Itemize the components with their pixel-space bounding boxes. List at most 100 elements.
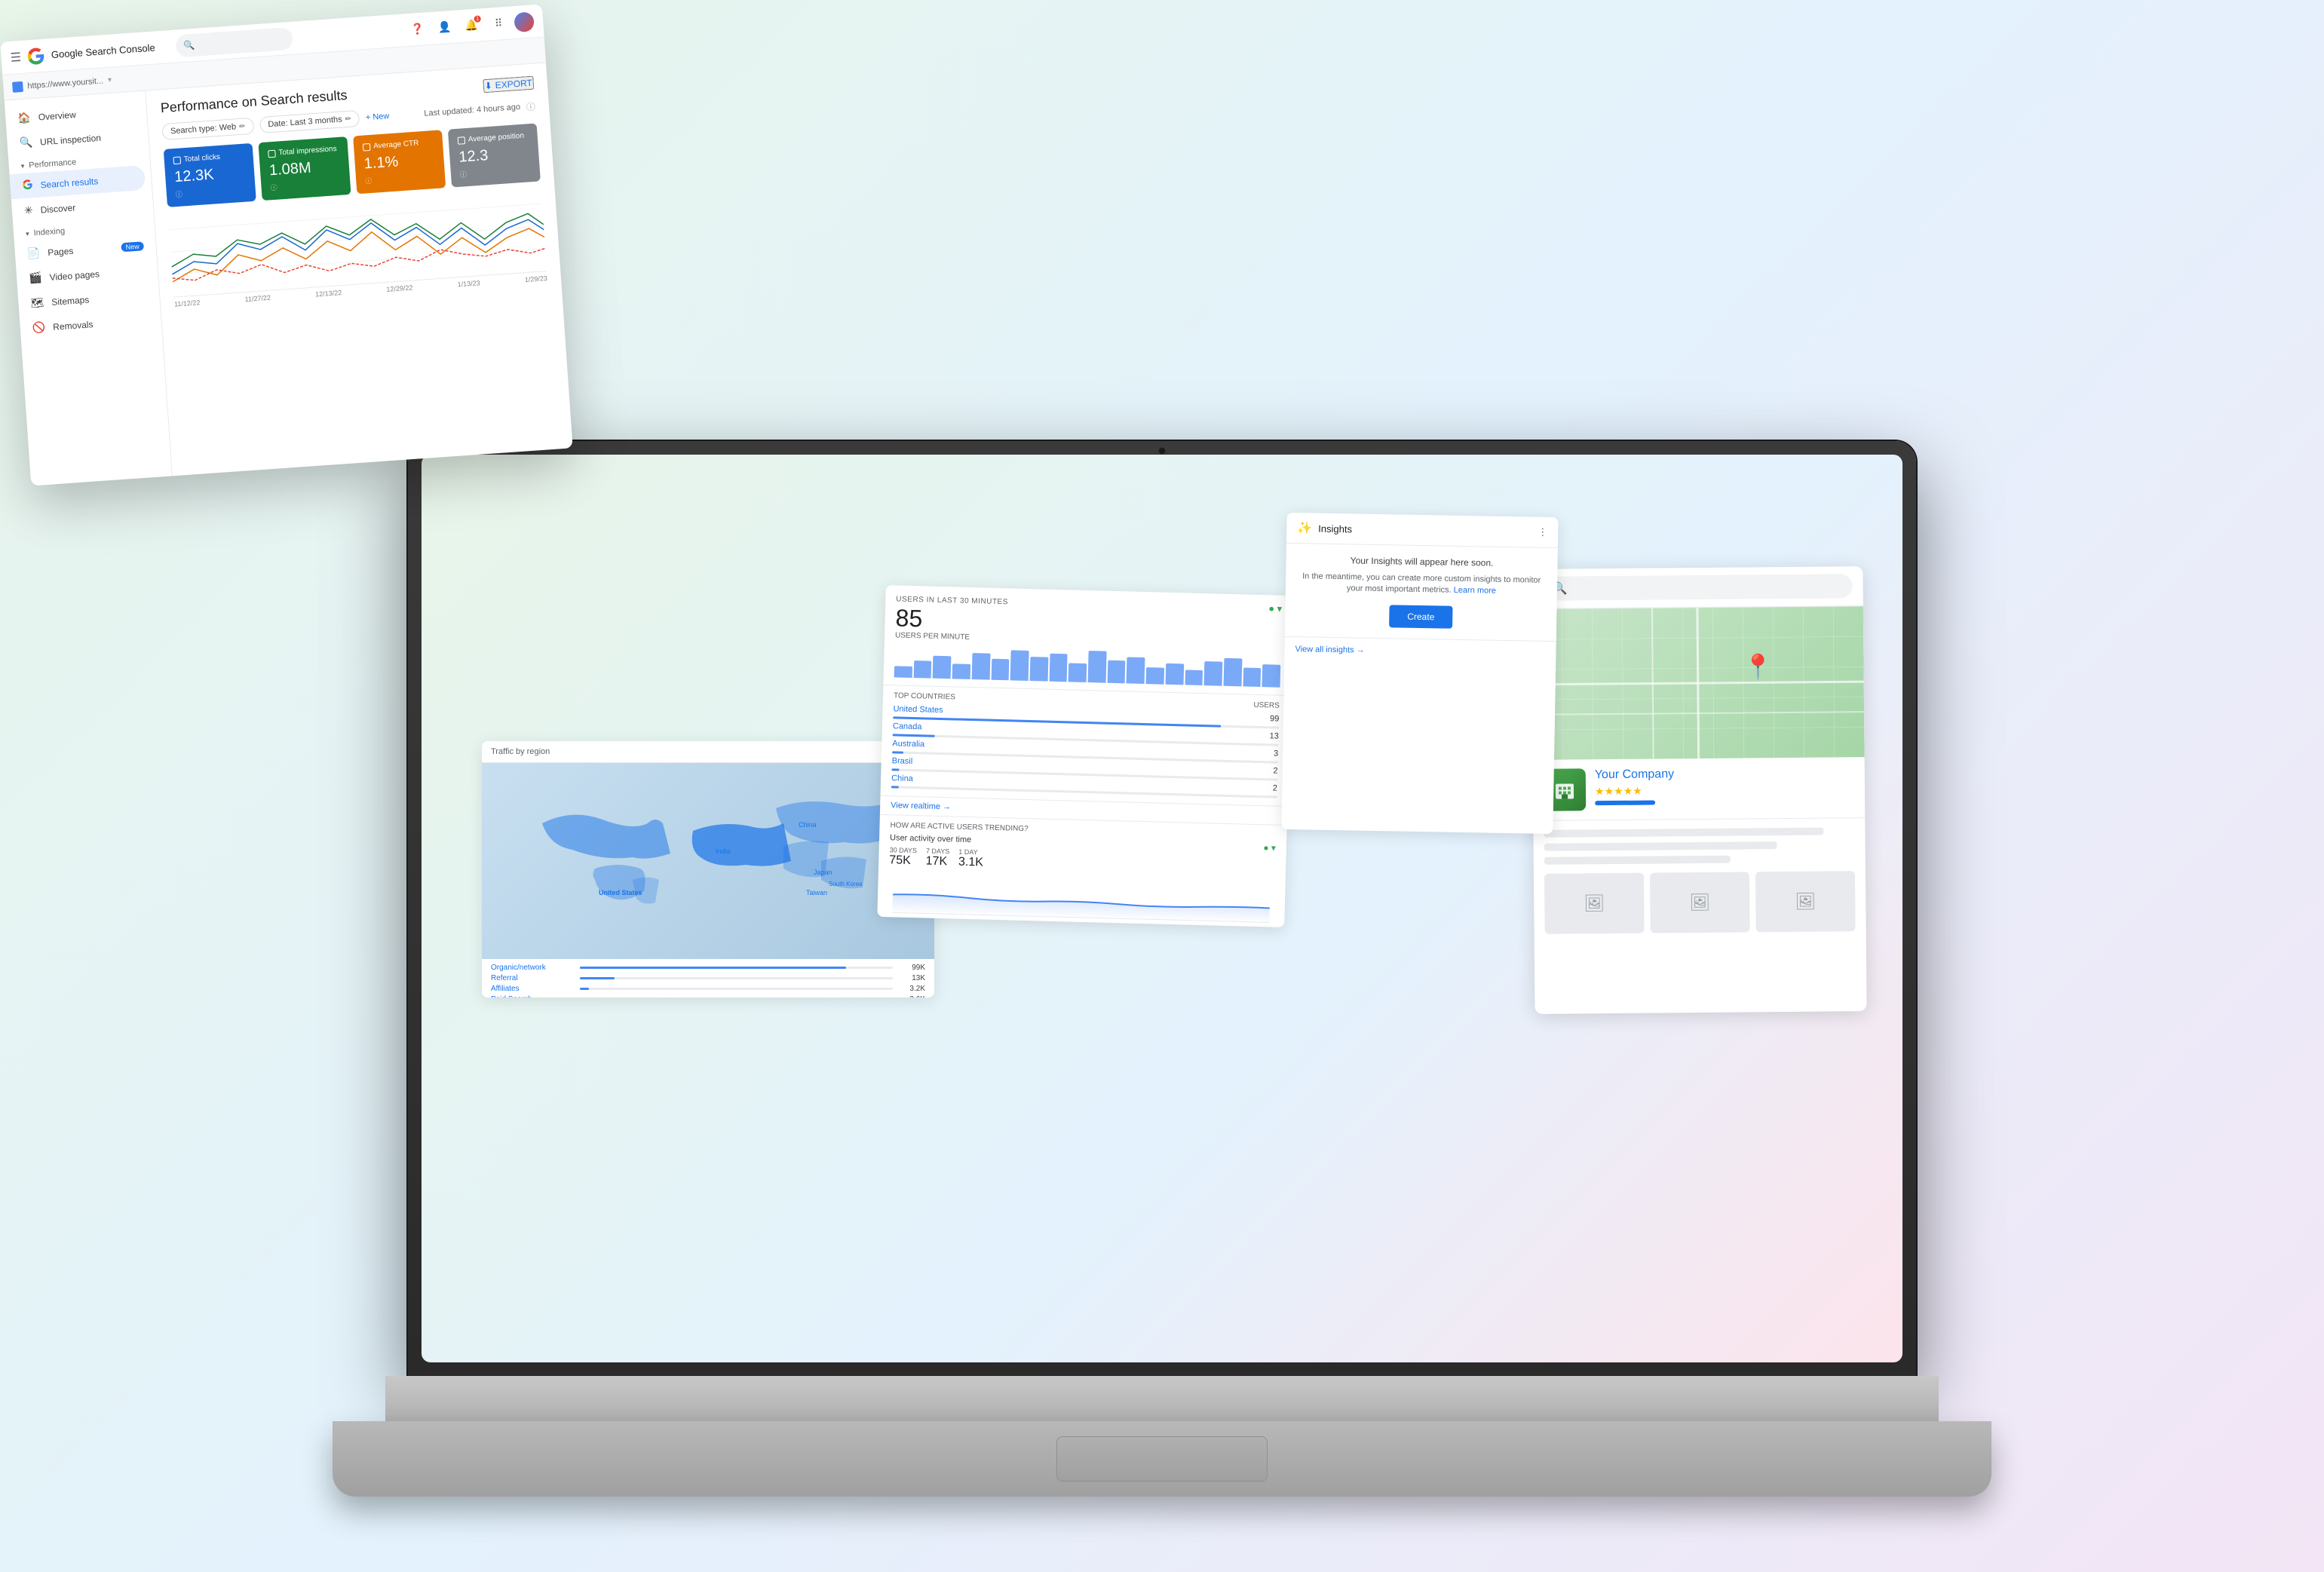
chart-date-4: 12/29/22 [386, 283, 413, 293]
ctr-label-row: Average CTR [363, 138, 434, 152]
traffic-source-list: Organic/network 99K Referral 13K Affilia… [482, 959, 934, 997]
impressions-label-row: Total impressions [268, 145, 339, 158]
countries-title: TOP COUNTRIES [894, 692, 955, 702]
users-icon-btn[interactable]: 👤 [432, 15, 456, 39]
laptop: Traffic by region [257, 441, 2067, 1572]
building-icon [1553, 777, 1577, 801]
bar-8 [1030, 657, 1049, 682]
map-grid-svg [1531, 606, 1865, 760]
insights-title: Insights [1318, 522, 1352, 535]
ts-name-3: Affiliates [491, 985, 574, 993]
date-filter-edit-icon: ✏ [345, 115, 351, 124]
chart-date-3: 12/13/22 [315, 289, 342, 298]
bp-search-bar[interactable]: 🔍 [1542, 574, 1853, 601]
bar-12 [1107, 660, 1125, 684]
country-bar-fill-2 [893, 734, 935, 737]
bar-20 [1262, 664, 1280, 688]
hamburger-icon[interactable]: ☰ [10, 49, 22, 65]
ua-7d-val: 17K [925, 855, 949, 869]
add-new-button[interactable]: + New [366, 112, 390, 122]
ts-val-1: 99K [899, 964, 925, 972]
country-val-5: 2 [1273, 784, 1277, 793]
impressions-info-icon: ⓘ [270, 178, 342, 193]
ua-status: ● ▾ [1263, 842, 1276, 853]
overview-icon: 🏠 [17, 111, 32, 124]
date-filter[interactable]: Date: Last 3 months ✏ [259, 110, 360, 133]
ts-val-3: 3.2K [899, 985, 925, 993]
country-bar-fill-4 [891, 768, 899, 771]
insights-view-all[interactable]: View all insights → [1284, 636, 1556, 664]
clicks-checkbox [173, 156, 181, 164]
url-inspection-label: URL inspection [40, 132, 102, 147]
country-val-2: 13 [1269, 732, 1279, 741]
rating-bar [1595, 801, 1655, 806]
insights-create-button[interactable]: Create [1389, 605, 1453, 628]
export-button[interactable]: ⬇ EXPORT [483, 75, 534, 93]
last-updated-help-icon[interactable]: ⓘ [526, 100, 535, 113]
search-type-filter[interactable]: Search type: Web ✏ [161, 118, 254, 140]
chart-date-6: 1/29/23 [525, 274, 548, 283]
svg-text:Japan: Japan [814, 869, 832, 876]
touchpad [1056, 1436, 1268, 1482]
notifications-icon-btn[interactable]: 🔔 1 [459, 14, 483, 38]
map-pin-icon: 📍 [1743, 652, 1774, 681]
sitemaps-label: Sitemaps [51, 294, 90, 307]
bar-7 [1010, 651, 1029, 682]
clicks-label-row: Total clicks [173, 152, 244, 165]
ua-30d: 30 DAYS 75K [889, 846, 917, 868]
business-profile-card: 🔍 [1531, 566, 1866, 1014]
bar-13 [1127, 657, 1145, 684]
add-new-label: + New [366, 112, 390, 122]
ua-30d-val: 75K [889, 853, 917, 868]
insights-learn-more[interactable]: Learn more [1454, 586, 1496, 596]
bar-1 [894, 666, 912, 679]
bar-11 [1088, 651, 1107, 683]
chart-date-2: 11/27/22 [244, 294, 271, 303]
clicks-label: Total clicks [183, 153, 220, 164]
main-gsc-card: ☰ Google Search Console 🔍 ❓ 👤 🔔 1 ⠿ [0, 5, 572, 486]
trend-chart-svg [888, 872, 1274, 923]
world-map-svg: United States India Japan China Taiwan S… [482, 763, 934, 959]
ts-row-1: Organic/network 99K [491, 964, 925, 972]
bar-10 [1068, 663, 1087, 683]
country-val-3: 3 [1274, 749, 1278, 758]
impressions-label: Total impressions [278, 145, 337, 157]
search-mag-icon: 🔍 [183, 39, 195, 51]
bar-9 [1049, 654, 1068, 682]
perf-section-arrow: ▾ [20, 162, 24, 170]
discover-label: Discover [40, 202, 76, 215]
search-bar[interactable]: 🔍 [176, 26, 294, 57]
ts-bar-1 [580, 967, 846, 969]
google-g-nav-icon [22, 179, 33, 192]
screen-inner: Traffic by region [422, 455, 1902, 1362]
map-area: United States India Japan China Taiwan S… [482, 763, 934, 959]
ts-row-4: Paid Search 2.6K [491, 995, 925, 997]
video-pages-label: Video pages [49, 268, 100, 283]
position-checkbox [458, 136, 466, 145]
ts-bar-3 [580, 988, 589, 990]
ua-chart-title: User activity over time [890, 833, 971, 844]
thumb-3: 🖼 [1755, 871, 1856, 932]
traffic-map-header: Traffic by region [482, 741, 934, 763]
insights-card: ✨ Insights ⋮ Your Insights will appear h… [1281, 513, 1558, 834]
insights-body-text: Your Insights will appear here soon. [1296, 554, 1547, 569]
insights-icon: ✨ [1297, 520, 1312, 535]
bar-2 [913, 660, 931, 678]
position-info-icon: ⓘ [460, 164, 532, 179]
mini-bar-chart [894, 645, 1281, 688]
date-filter-label: Date: Last 3 months [268, 115, 342, 129]
user-activity-section: HOW ARE ACTIVE USERS TRENDING? User acti… [877, 814, 1286, 927]
country-val-1: 99 [1270, 715, 1280, 724]
help-icon-btn[interactable]: ❓ [405, 17, 429, 41]
url-dropdown-icon[interactable]: ▾ [108, 76, 112, 84]
ts-bar-2 [580, 977, 615, 979]
apps-grid-icon-btn[interactable]: ⠿ [486, 11, 510, 35]
export-down-icon: ⬇ [484, 80, 492, 91]
gsc-nav: 🏠 Overview 🔍 URL inspection ▾ Performanc… [5, 91, 173, 486]
ua-1d: 1 DAY 3.1K [958, 848, 984, 870]
insights-header: ✨ Insights ⋮ [1286, 513, 1559, 548]
user-avatar[interactable] [514, 11, 535, 32]
insights-body: Your Insights will appear here soon. In … [1285, 544, 1558, 641]
svg-text:Taiwan: Taiwan [806, 889, 827, 896]
search-type-label: Search type: Web [170, 122, 237, 136]
